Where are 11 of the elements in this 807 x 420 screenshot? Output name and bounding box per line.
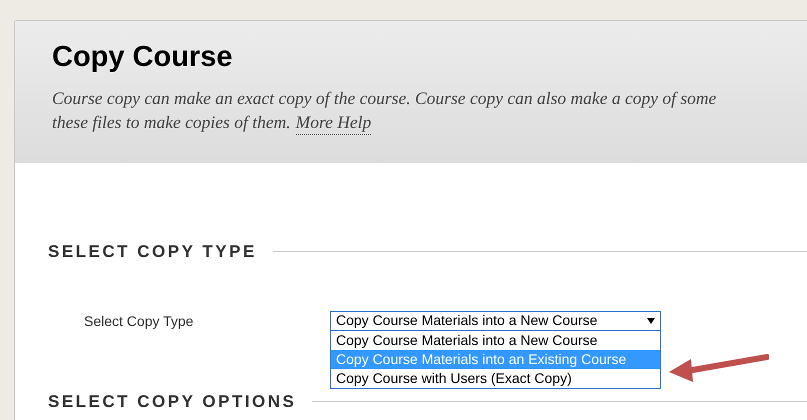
page-title: Copy Course — [52, 43, 234, 72]
caret-icon — [647, 318, 655, 324]
section-heading: SELECT COPY OPTIONS — [48, 390, 296, 412]
page-description: these files to make copies of them. — [52, 111, 291, 134]
more-help-link[interactable]: More Help — [296, 110, 372, 135]
dropdown-option[interactable]: Copy Course with Users (Exact Copy) — [331, 368, 660, 388]
field-label: Select Copy Type — [83, 312, 194, 331]
copy-type-dropdown[interactable]: Copy Course Materials into a New Course — [330, 310, 661, 330]
dropdown-option[interactable]: Copy Course Materials into a New Course — [331, 330, 660, 350]
page-description: Course copy can make an exact copy of the course. Course copy can also make a copy of some — [52, 87, 716, 110]
section-heading: SELECT COPY TYPE — [48, 241, 257, 263]
